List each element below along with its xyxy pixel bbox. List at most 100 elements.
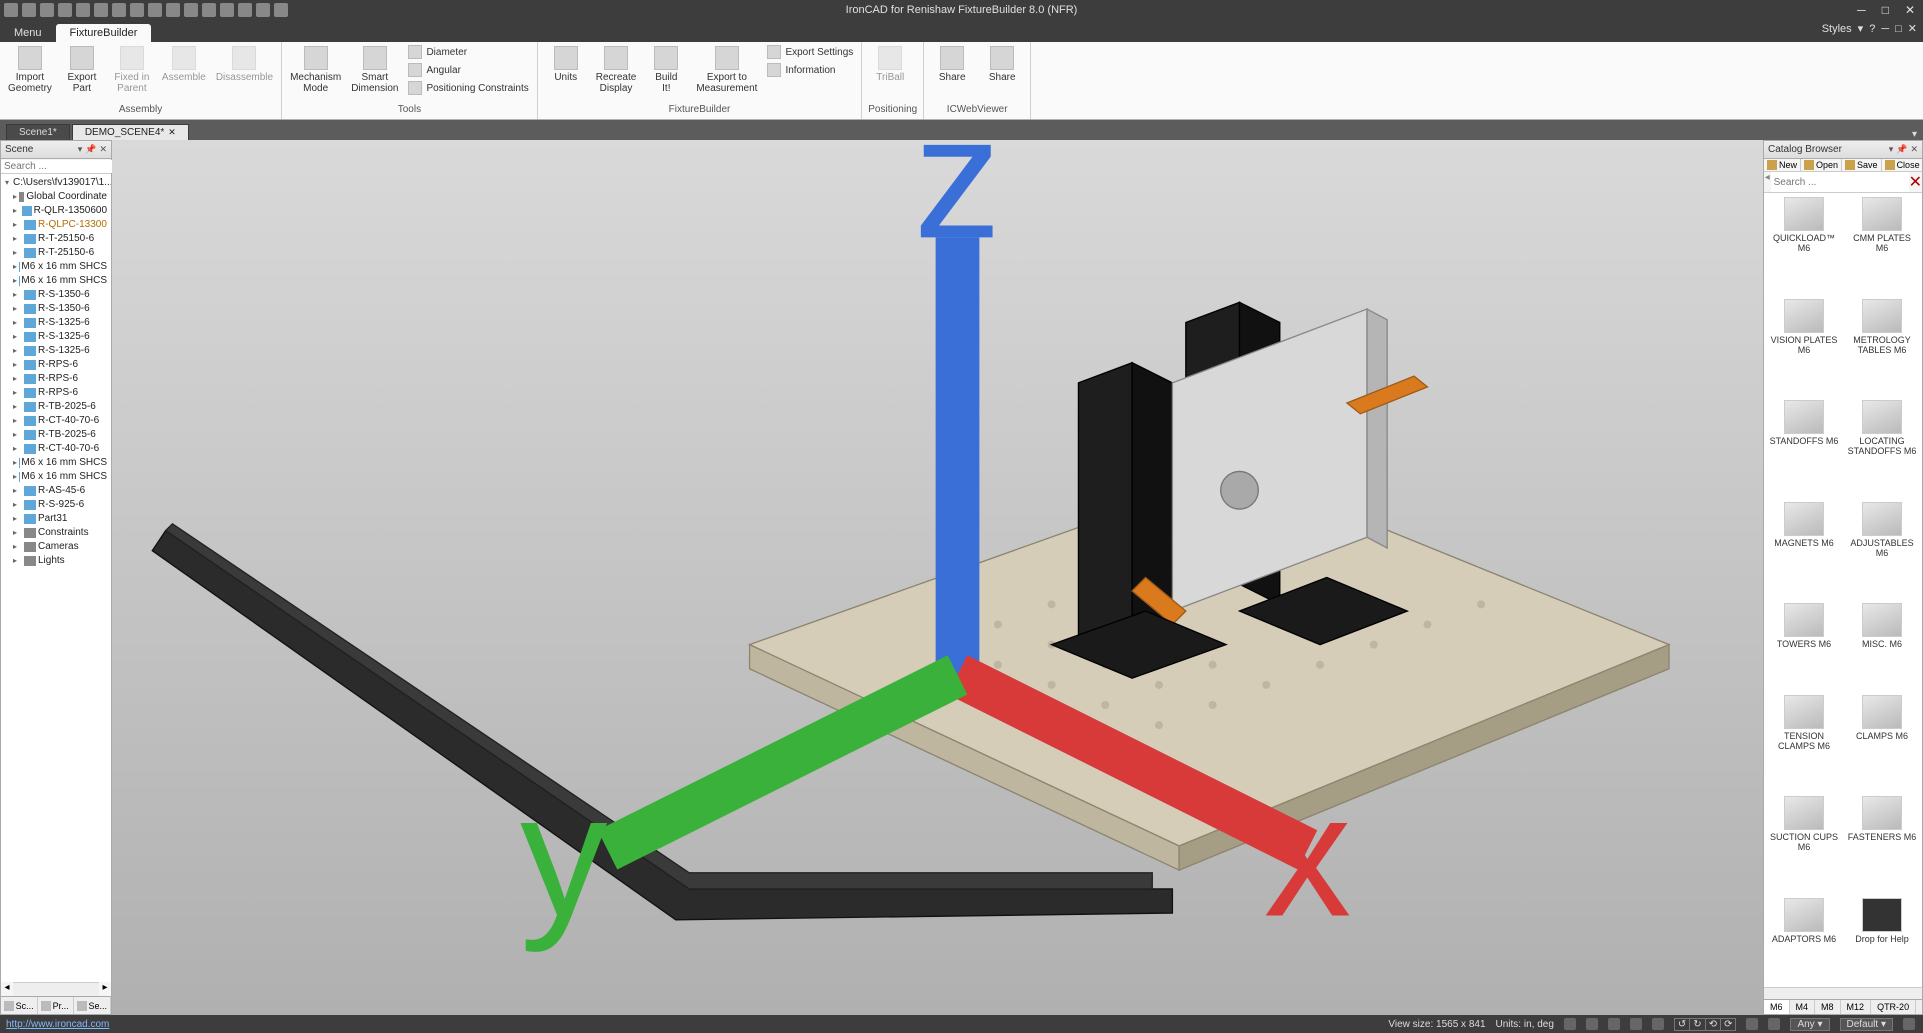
catalog-save-button[interactable]: Save xyxy=(1842,159,1882,171)
tree-node[interactable]: ▸Cameras xyxy=(3,540,109,554)
tree-node[interactable]: ▸R-QLPC-13300 xyxy=(3,218,109,232)
catalog-tab-m6[interactable]: M6 xyxy=(1764,1000,1790,1014)
information-button[interactable]: Information xyxy=(765,62,855,78)
status-icon[interactable] xyxy=(1608,1018,1620,1030)
qat-icon[interactable] xyxy=(166,3,180,17)
tree-node[interactable]: ▸R-QLR-1350600 xyxy=(3,204,109,218)
export-part-button[interactable]: Export Part xyxy=(60,44,104,96)
back-icon[interactable]: ◂ xyxy=(1764,172,1771,192)
help-icon[interactable]: ? xyxy=(1869,23,1875,35)
tree-node[interactable]: ▸R-RPS-6 xyxy=(3,358,109,372)
close-tab-icon[interactable]: ✕ xyxy=(168,127,176,138)
catalog-open-button[interactable]: Open xyxy=(1801,159,1842,171)
catalog-item[interactable]: METROLOGY TABLES M6 xyxy=(1844,297,1920,397)
build-it-button[interactable]: Build It! xyxy=(644,44,688,96)
maximize-button[interactable]: □ xyxy=(1878,3,1893,17)
tree-node[interactable]: ▸Part31 xyxy=(3,512,109,526)
tree-node[interactable]: ▸R-S-1350-6 xyxy=(3,302,109,316)
scene-hscroll[interactable]: ◂▸ xyxy=(1,982,111,996)
catalog-new-button[interactable]: New xyxy=(1764,159,1801,171)
tree-node[interactable]: ▸R-TB-2025-6 xyxy=(3,428,109,442)
status-icon[interactable] xyxy=(1586,1018,1598,1030)
tree-node[interactable]: ▸R-S-1325-6 xyxy=(3,316,109,330)
ribbon-restore-button[interactable]: □ xyxy=(1895,23,1902,35)
share-cloud-button[interactable]: Share xyxy=(980,44,1024,85)
share-js-button[interactable]: Share xyxy=(930,44,974,85)
status-url-link[interactable]: http://www.ironcad.com xyxy=(0,1019,1388,1030)
ribbon-minimize-button[interactable]: ─ xyxy=(1881,23,1889,35)
rot-button[interactable]: ⟲ xyxy=(1706,1019,1721,1030)
qat-icon[interactable] xyxy=(274,3,288,17)
catalog-item[interactable]: MAGNETS M6 xyxy=(1766,500,1842,600)
scene-tree[interactable]: ▾C:\Users\fv139017\1... ▸Global Coordina… xyxy=(1,174,111,982)
catalog-tab-m8[interactable]: M8 xyxy=(1815,1000,1841,1014)
doc-tab-demo[interactable]: DEMO_SCENE4*✕ xyxy=(72,124,189,140)
chevron-down-icon[interactable]: ▾ xyxy=(1858,22,1864,35)
tree-node[interactable]: ▸R-S-1350-6 xyxy=(3,288,109,302)
rot-button[interactable]: ↻ xyxy=(1690,1019,1705,1030)
rot-button[interactable]: ↺ xyxy=(1675,1019,1690,1030)
tree-node[interactable]: ▸R-S-1325-6 xyxy=(3,330,109,344)
qat-icon[interactable] xyxy=(256,3,270,17)
tree-node[interactable]: ▸Constraints xyxy=(3,526,109,540)
pin-icon[interactable]: ▾ xyxy=(78,144,83,155)
close-panel-icon[interactable]: ✕ xyxy=(1910,144,1918,155)
angular-button[interactable]: Angular xyxy=(406,62,530,78)
catalog-tab-qtr20[interactable]: QTR-20 xyxy=(1871,1000,1916,1014)
tree-node[interactable]: ▸R-T-25150-6 xyxy=(3,246,109,260)
scene-bottom-tab[interactable]: Pr... xyxy=(38,997,75,1014)
snap-combo[interactable]: Any ▾ xyxy=(1790,1018,1829,1031)
catalog-item[interactable]: STANDOFFS M6 xyxy=(1766,398,1842,498)
tree-node[interactable]: ▸R-AS-45-6 xyxy=(3,484,109,498)
tree-node[interactable]: ▸Lights xyxy=(3,554,109,568)
tree-node[interactable]: ▸M6 x 16 mm SHCS xyxy=(3,456,109,470)
search-clear-icon[interactable]: ✕ xyxy=(1909,172,1922,192)
qat-icon[interactable] xyxy=(202,3,216,17)
tab-menu[interactable]: Menu xyxy=(0,24,56,42)
view-combo[interactable]: Default ▾ xyxy=(1840,1018,1894,1031)
units-button[interactable]: Units xyxy=(544,44,588,85)
catalog-item[interactable]: LOCATING STANDOFFS M6 xyxy=(1844,398,1920,498)
rot-button[interactable]: ⟳ xyxy=(1721,1019,1735,1030)
catalog-item[interactable]: FASTENERS M6 xyxy=(1844,794,1920,894)
qat-icon[interactable] xyxy=(112,3,126,17)
qat-icon[interactable] xyxy=(94,3,108,17)
catalog-item[interactable]: CLAMPS M6 xyxy=(1844,693,1920,793)
export-settings-button[interactable]: Export Settings xyxy=(765,44,855,60)
catalog-item[interactable]: ADJUSTABLES M6 xyxy=(1844,500,1920,600)
scene-bottom-tab[interactable]: Sc... xyxy=(1,997,38,1014)
diameter-button[interactable]: Diameter xyxy=(406,44,530,60)
tree-node[interactable]: ▸R-T-25150-6 xyxy=(3,232,109,246)
tree-node[interactable]: ▸Global Coordinate xyxy=(3,190,109,204)
tree-node[interactable]: ▸R-TB-2025-6 xyxy=(3,400,109,414)
pin-icon[interactable]: 📌 xyxy=(85,144,96,155)
qat-icon[interactable] xyxy=(58,3,72,17)
tree-root[interactable]: ▾C:\Users\fv139017\1... xyxy=(3,176,109,190)
positioning-constraints-button[interactable]: Positioning Constraints xyxy=(406,80,530,96)
viewport-3d[interactable]: z x y xyxy=(112,140,1763,1015)
tree-node[interactable]: ▸R-S-925-6 xyxy=(3,498,109,512)
status-icon[interactable] xyxy=(1903,1018,1915,1030)
qat-icon[interactable] xyxy=(22,3,36,17)
close-panel-icon[interactable]: ✕ xyxy=(99,144,107,155)
minimize-button[interactable]: ─ xyxy=(1853,3,1870,17)
pin-icon[interactable]: ▾ xyxy=(1889,144,1894,155)
mechanism-mode-button[interactable]: Mechanism Mode xyxy=(288,44,343,96)
tree-node[interactable]: ▸R-CT-40-70-6 xyxy=(3,442,109,456)
ribbon-close-button[interactable]: ✕ xyxy=(1908,22,1917,35)
tree-node[interactable]: ▸R-RPS-6 xyxy=(3,386,109,400)
tree-node[interactable]: ▸R-S-1325-6 xyxy=(3,344,109,358)
qat-icon[interactable] xyxy=(40,3,54,17)
tree-node[interactable]: ▸R-RPS-6 xyxy=(3,372,109,386)
catalog-item[interactable]: SUCTION CUPS M6 xyxy=(1766,794,1842,894)
catalog-item[interactable]: TOWERS M6 xyxy=(1766,601,1842,691)
status-icon[interactable] xyxy=(1652,1018,1664,1030)
catalog-close-button[interactable]: Close xyxy=(1882,159,1923,171)
catalog-item[interactable]: Drop for Help xyxy=(1844,896,1920,986)
catalog-grid[interactable]: QUICKLOAD™ M6CMM PLATES M6VISION PLATES … xyxy=(1764,193,1922,987)
smart-dimension-button[interactable]: Smart Dimension xyxy=(349,44,400,96)
tree-node[interactable]: ▸M6 x 16 mm SHCS xyxy=(3,260,109,274)
status-icon[interactable] xyxy=(1746,1018,1758,1030)
styles-dropdown[interactable]: Styles xyxy=(1822,23,1852,35)
catalog-search-input[interactable] xyxy=(1771,172,1909,192)
